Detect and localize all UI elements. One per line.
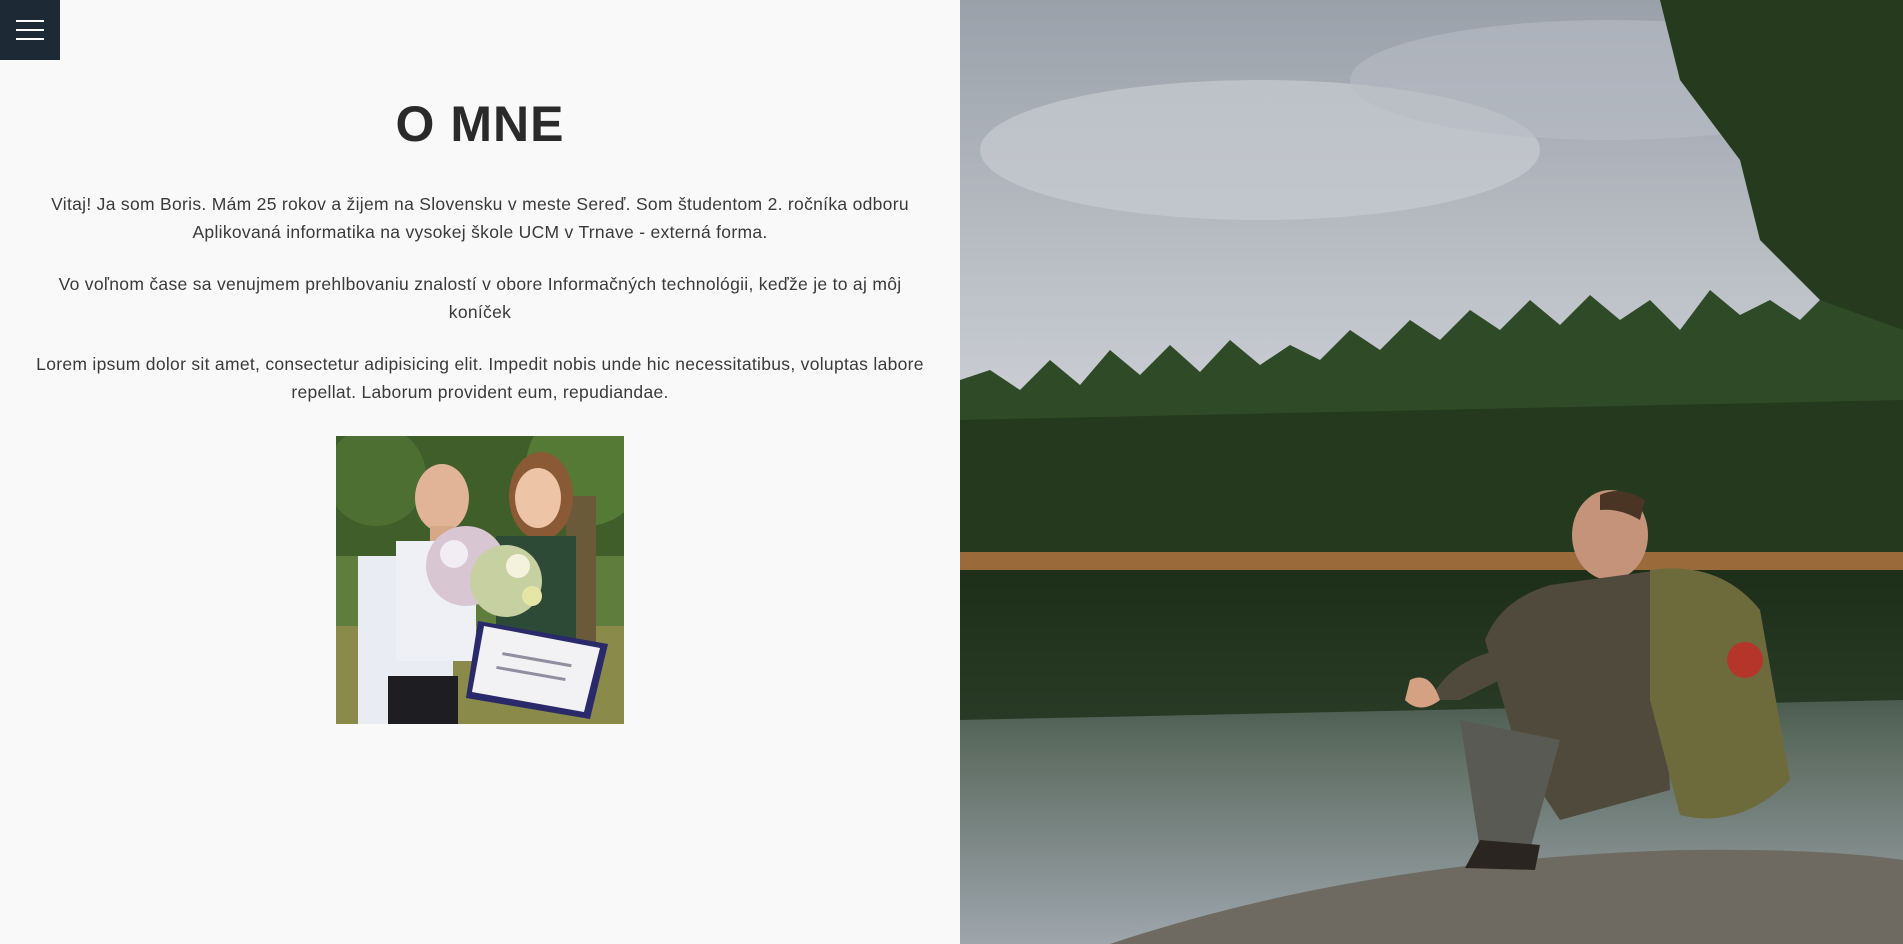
intro-paragraph: Vitaj! Ja som Boris. Mám 25 rokov a žije… (51, 194, 909, 242)
hero-photo (960, 0, 1903, 944)
graduation-photo (336, 436, 624, 724)
page-title: O MNE (395, 96, 565, 152)
lorem-paragraph: Lorem ipsum dolor sit amet, consectetur … (36, 354, 924, 402)
hamburger-icon-bar (16, 38, 44, 40)
about-section: O MNE Vitaj! Ja som Boris. Mám 25 rokov … (0, 0, 960, 944)
hamburger-icon-bar (16, 29, 44, 31)
hamburger-icon (16, 20, 44, 22)
hobby-paragraph: Vo voľnom čase sa venujmem prehlbovaniu … (58, 274, 902, 322)
menu-button[interactable] (0, 0, 60, 60)
